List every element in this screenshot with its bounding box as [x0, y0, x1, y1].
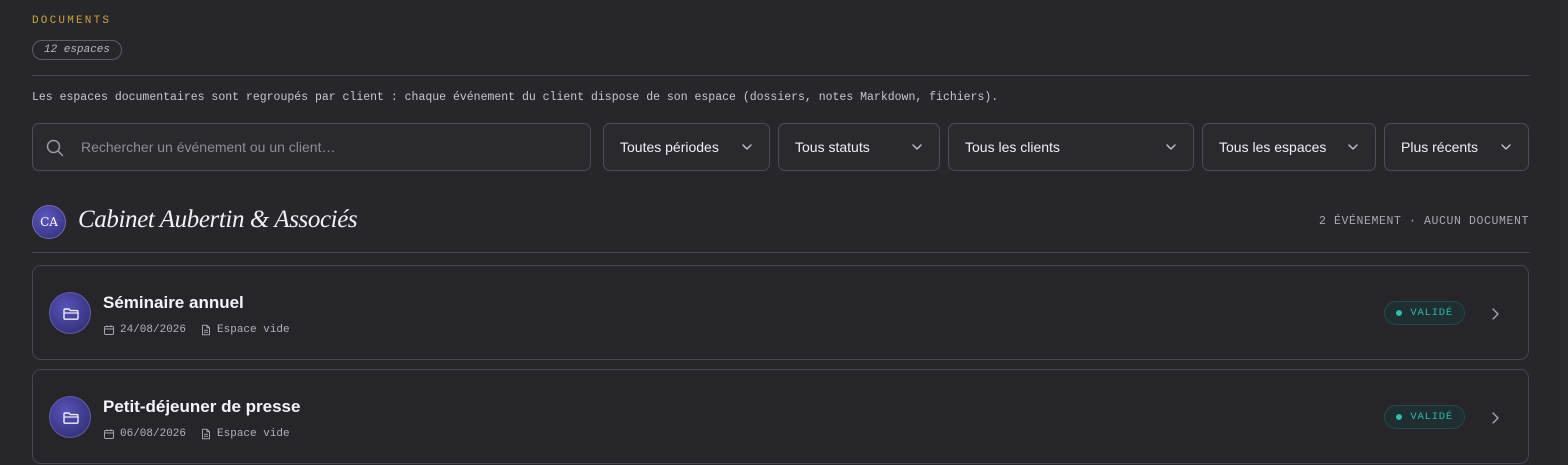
client-group-title: Cabinet Aubertin & Associés — [78, 206, 358, 233]
client-group-meta: 2 ÉVÉNEMENT · AUCUN DOCUMENT — [1318, 215, 1529, 228]
folder-icon — [63, 308, 79, 320]
sort-dropdown[interactable]: Plus récents — [1384, 123, 1529, 171]
calendar-icon — [104, 429, 114, 439]
space-filter-dropdown[interactable]: Tous les espaces — [1202, 123, 1376, 171]
file-icon — [202, 428, 211, 440]
search-icon — [46, 139, 64, 157]
header-divider — [32, 75, 1530, 76]
spaces-count-badge: 12 espaces — [32, 40, 123, 60]
space-filter-label: Tous les espaces — [1219, 139, 1327, 155]
search-input[interactable] — [81, 124, 581, 170]
event-card[interactable]: Séminaire annuel 24/08/2026 Espace vide — [32, 265, 1529, 360]
chevron-down-icon — [1501, 144, 1511, 150]
status-dot — [1396, 414, 1403, 420]
period-filter-label: Toutes périodes — [620, 139, 719, 155]
event-space-status: Espace vide — [217, 324, 290, 336]
status-dot — [1396, 310, 1403, 316]
event-date: 06/08/2026 — [120, 428, 187, 440]
event-space-status: Espace vide — [217, 428, 290, 440]
event-meta: 24/08/2026 Espace vide — [103, 323, 290, 337]
documents-page: DOCUMENTS 12 espaces Les espaces documen… — [0, 0, 1568, 465]
status-filter-label: Tous statuts — [795, 139, 870, 155]
chevron-down-icon — [1348, 144, 1358, 150]
client-filter-dropdown[interactable]: Tous les clients — [948, 123, 1194, 171]
folder-icon-badge — [49, 292, 91, 334]
status-badge: VALIDÉ — [1384, 405, 1465, 429]
event-title: Séminaire annuel — [103, 293, 244, 312]
section-label: DOCUMENTS — [32, 15, 112, 27]
calendar-icon — [104, 325, 114, 335]
event-meta: 06/08/2026 Espace vide — [103, 427, 290, 441]
group-divider — [32, 252, 1530, 253]
event-date: 24/08/2026 — [120, 324, 187, 336]
scrollbar-track[interactable] — [1560, 0, 1568, 465]
period-filter-dropdown[interactable]: Toutes périodes — [603, 123, 770, 171]
folder-icon — [63, 412, 79, 424]
status-label: VALIDÉ — [1410, 411, 1453, 423]
chevron-right-icon[interactable] — [1490, 410, 1500, 426]
search-box[interactable] — [32, 123, 591, 171]
client-filter-label: Tous les clients — [965, 139, 1060, 155]
folder-icon-badge — [49, 396, 91, 438]
file-icon — [202, 324, 211, 336]
page-description: Les espaces documentaires sont regroupés… — [32, 91, 999, 104]
sort-label: Plus récents — [1401, 139, 1479, 155]
status-badge: VALIDÉ — [1384, 301, 1465, 325]
event-title: Petit-déjeuner de presse — [103, 397, 301, 416]
chevron-down-icon — [742, 144, 752, 150]
event-card[interactable]: Petit-déjeuner de presse 06/08/2026 Espa… — [32, 369, 1529, 464]
chevron-right-icon[interactable] — [1490, 306, 1500, 322]
chevron-down-icon — [1166, 144, 1176, 150]
status-label: VALIDÉ — [1410, 307, 1453, 319]
client-avatar: CA — [32, 205, 66, 239]
status-filter-dropdown[interactable]: Tous statuts — [778, 123, 940, 171]
chevron-down-icon — [912, 144, 922, 150]
